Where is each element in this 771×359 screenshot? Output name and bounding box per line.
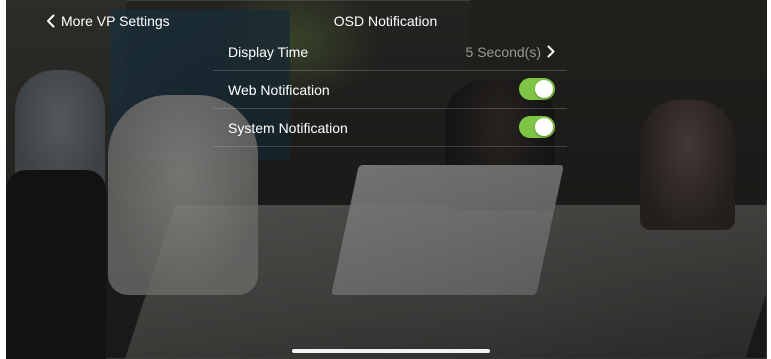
toggle-knob <box>535 80 553 98</box>
toggle-knob <box>535 118 553 136</box>
system-notification-toggle[interactable] <box>519 116 555 138</box>
frame-edge <box>0 0 6 359</box>
frame-edge <box>767 0 771 359</box>
back-button-label: More VP Settings <box>61 13 170 29</box>
settings-list: Display Time 5 Second(s) Web Notificatio… <box>213 33 567 147</box>
system-notification-label: System Notification <box>228 119 348 136</box>
web-notification-row: Web Notification <box>213 71 567 109</box>
back-button[interactable]: More VP Settings <box>46 13 170 29</box>
home-indicator[interactable] <box>292 349 490 353</box>
display-time-label: Display Time <box>228 43 309 60</box>
system-notification-row: System Notification <box>213 109 567 147</box>
screen: More VP Settings OSD Notification Displa… <box>0 0 771 359</box>
display-time-row[interactable]: Display Time 5 Second(s) <box>213 33 567 71</box>
chevron-right-icon <box>547 45 555 58</box>
display-time-value: 5 Second(s) <box>465 43 541 60</box>
web-notification-toggle[interactable] <box>519 78 555 100</box>
web-notification-label: Web Notification <box>228 81 330 98</box>
chevron-left-icon <box>47 14 55 28</box>
